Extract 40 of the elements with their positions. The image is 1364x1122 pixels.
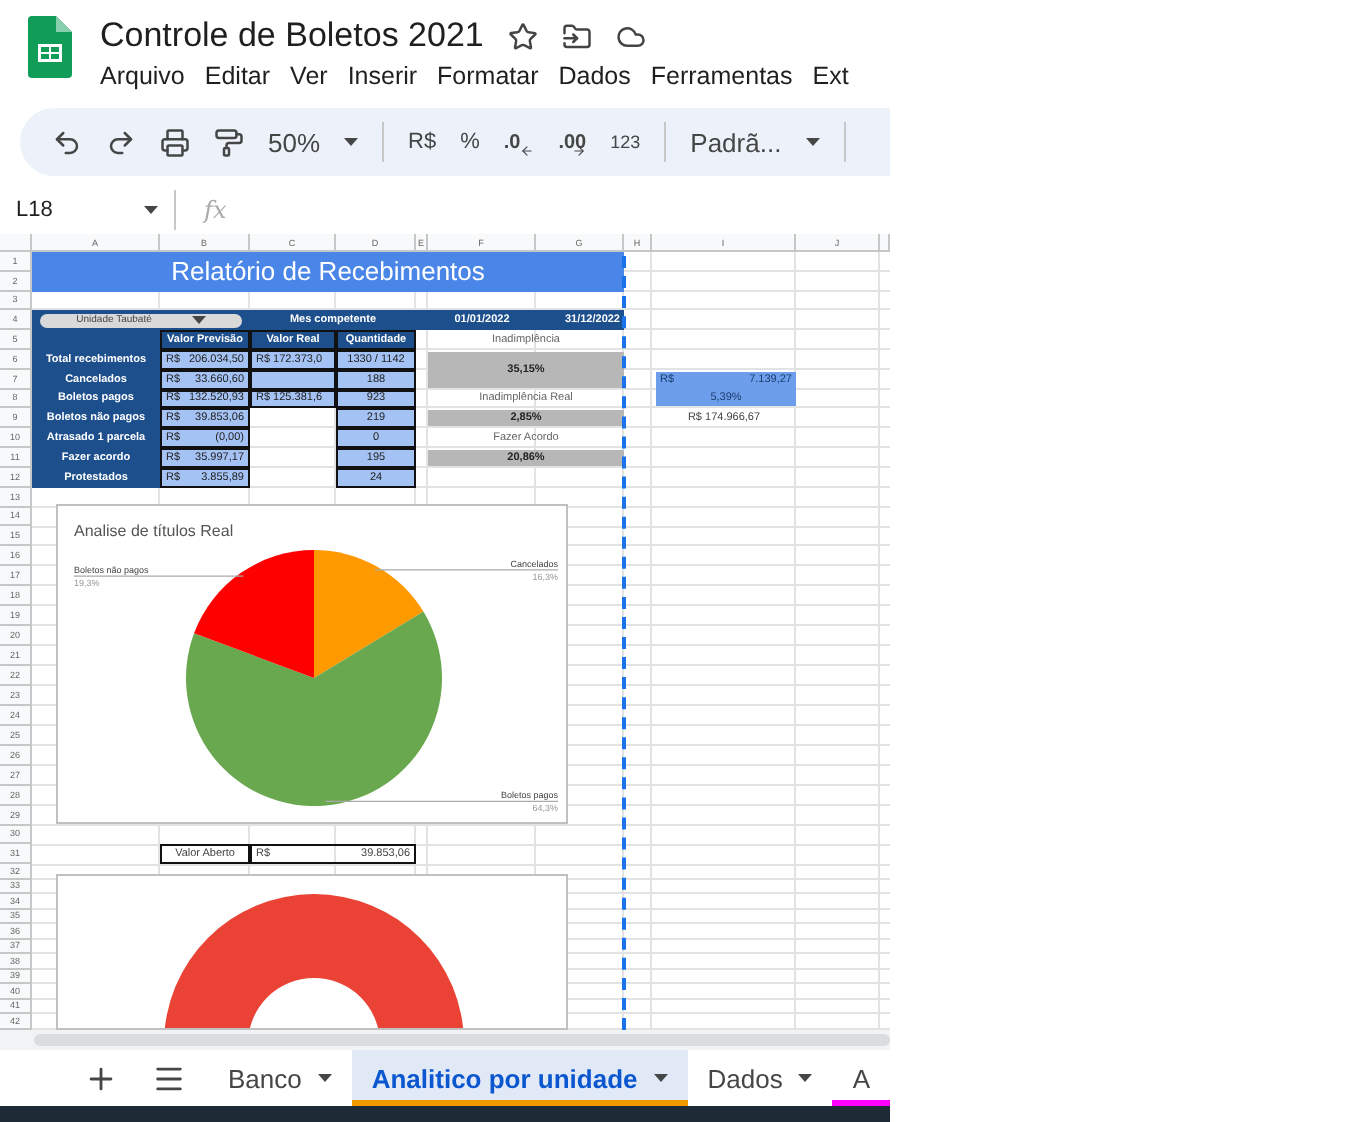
redo-icon[interactable]	[106, 127, 136, 157]
dropdown-caret-icon	[191, 316, 206, 325]
menu-item[interactable]: Ver	[290, 62, 328, 90]
menu-item[interactable]: Arquivo	[100, 62, 185, 90]
folder-icon[interactable]	[561, 21, 592, 51]
chart-title: Analise de títulos Real	[74, 522, 234, 540]
undo-icon[interactable]	[52, 127, 82, 157]
currency-button[interactable]: R$	[408, 130, 437, 154]
star-icon[interactable]	[507, 21, 538, 51]
report-title: Relatório de Recebimentos	[32, 252, 624, 292]
paint-format-icon[interactable]	[214, 127, 244, 157]
name-box[interactable]: L18	[16, 197, 128, 221]
function-label: fx	[204, 195, 227, 223]
arrow-left-icon	[520, 143, 535, 157]
font-select[interactable]: Padrã...	[690, 127, 782, 157]
menu-item[interactable]: Inserir	[347, 62, 418, 90]
cloud-icon[interactable]	[615, 21, 646, 51]
sheet-tab[interactable]: Dados	[687, 1050, 833, 1106]
sheet-tab[interactable]: Analitico por unidade	[351, 1050, 688, 1106]
increase-decimals-button[interactable]: .00	[558, 127, 587, 157]
print-icon[interactable]	[160, 127, 190, 157]
menu-item[interactable]: Editar	[204, 62, 271, 90]
tab-caret-icon	[798, 1074, 813, 1082]
font-caret-icon	[805, 138, 820, 146]
decrease-decimals-button[interactable]: .0	[503, 127, 535, 157]
menu-item[interactable]: Dados	[558, 62, 631, 90]
caret-icon	[144, 205, 158, 213]
zoom-caret-icon	[344, 138, 359, 146]
sheet-tab[interactable]: Banco	[207, 1050, 352, 1106]
tab-caret-icon	[317, 1074, 332, 1082]
number-format-button[interactable]: 123	[610, 132, 641, 152]
document-title[interactable]: Controle de Boletos 2021	[100, 16, 484, 56]
horizontal-scrollbar[interactable]	[34, 1034, 890, 1046]
sheets-logo-icon	[28, 16, 72, 78]
zoom-select[interactable]: 50%	[268, 127, 321, 157]
menu-item[interactable]: Ferramentas	[650, 62, 793, 90]
menu-item[interactable]: Ext	[812, 62, 849, 90]
menu-item[interactable]: Formatar	[437, 62, 539, 90]
tab-caret-icon	[653, 1074, 668, 1082]
percent-button[interactable]: %	[460, 130, 480, 154]
